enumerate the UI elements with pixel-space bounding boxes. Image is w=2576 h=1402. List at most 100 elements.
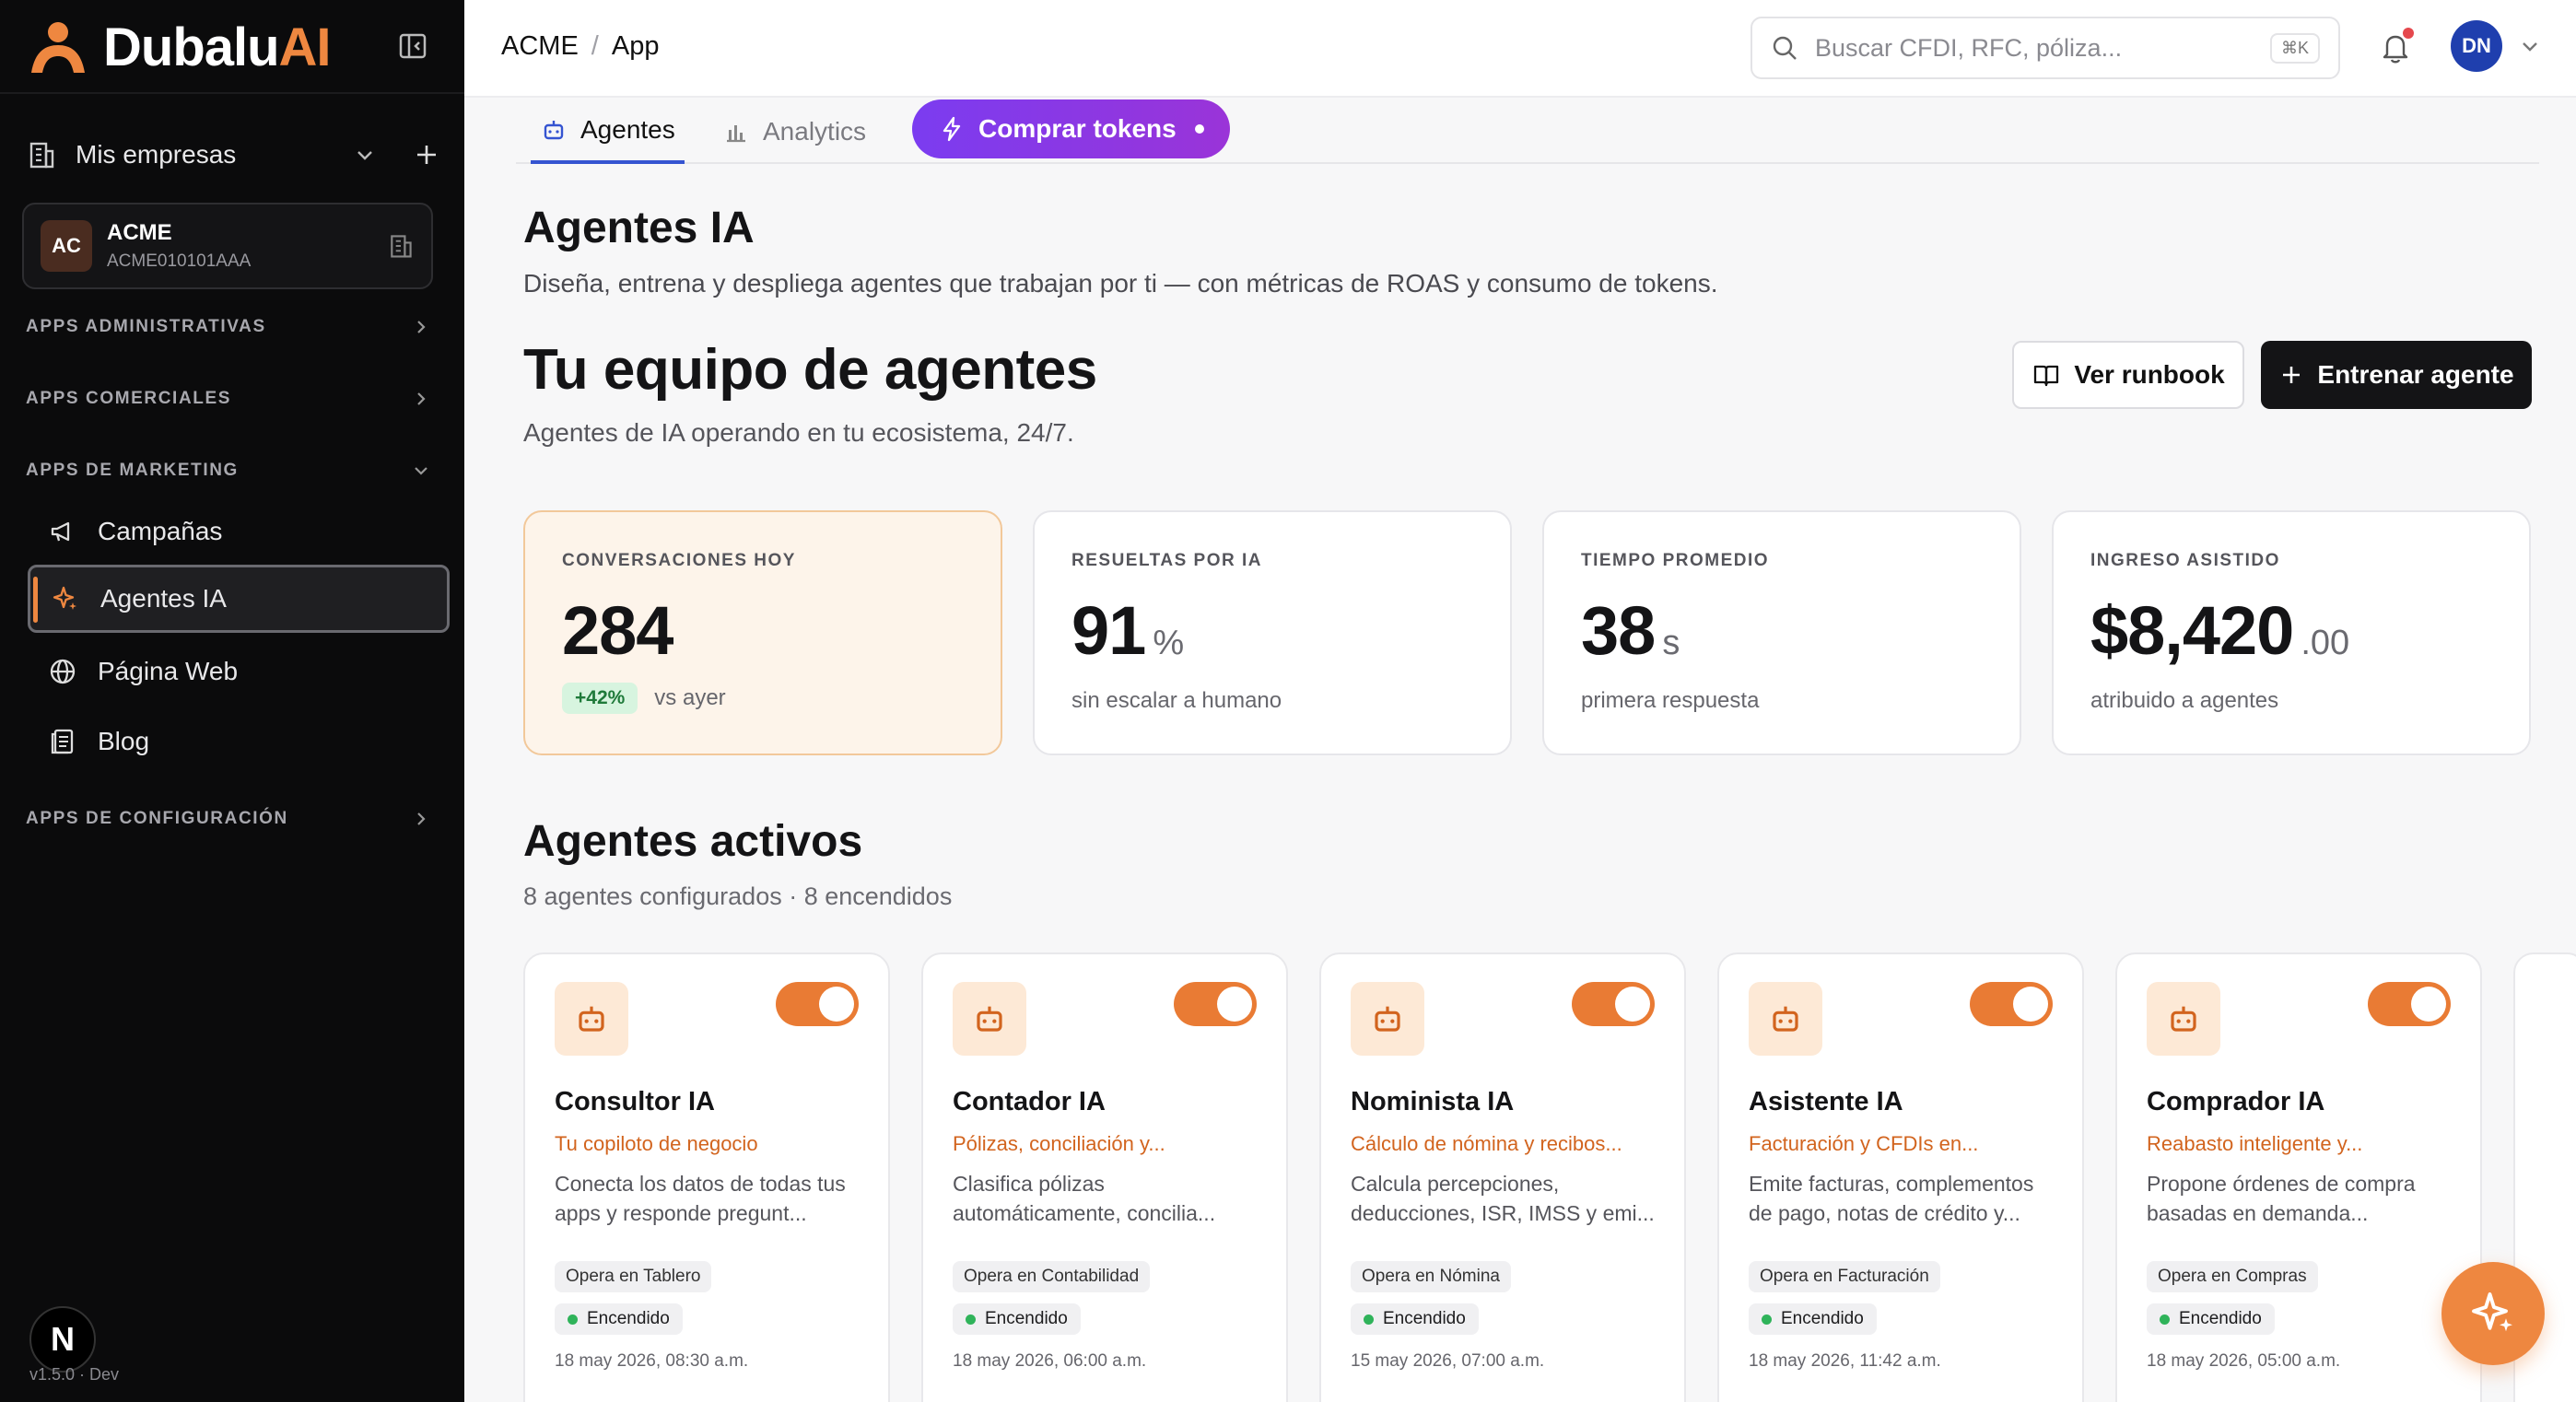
stat-label: RESUELTAS POR IA <box>1071 551 1262 570</box>
view-runbook-button[interactable]: Ver runbook <box>2012 341 2244 409</box>
chevron-down-icon[interactable] <box>354 144 376 166</box>
agent-toggle[interactable] <box>2368 982 2451 1026</box>
stat-footer: +42% vs ayer <box>562 683 1001 714</box>
buy-tokens-dot <box>1194 124 1204 134</box>
stat-footer: atribuido a agentes <box>2090 688 2279 713</box>
active-agents-subtitle: 8 agentes configurados · 8 encendidos <box>523 882 953 910</box>
top-bar: ACME / App ⌘K DN <box>464 0 2576 98</box>
section-apps-marketing[interactable]: APPS DE MARKETING <box>26 461 431 481</box>
user-avatar[interactable]: DN <box>2451 20 2502 72</box>
agent-scope-badge: Opera en Nómina <box>1351 1261 1511 1292</box>
document-icon <box>46 725 79 758</box>
agent-status-badge: Encendido <box>1351 1303 1479 1335</box>
active-agents-title: Agentes activos <box>523 817 863 866</box>
status-dot <box>1364 1314 1374 1325</box>
stat-number: 38 <box>1581 592 1656 669</box>
stat-value: 284 <box>562 591 1001 670</box>
agent-status-badge: Encendido <box>1749 1303 1877 1335</box>
notification-dot <box>2403 28 2414 39</box>
robot-icon <box>1351 982 1424 1056</box>
agent-tagline: Pólizas, conciliación y... <box>953 1132 1165 1155</box>
robot-icon <box>1749 982 1822 1056</box>
stat-unit: s <box>1662 624 1680 662</box>
status-label: Encendido <box>1781 1309 1864 1328</box>
team-title: Tu equipo de agentes <box>523 338 1097 402</box>
companies-label: Mis empresas <box>76 140 237 169</box>
bar-chart-icon <box>727 125 745 143</box>
sidebar: DubaluAI Mis empresas AC ACME ACME010101… <box>0 0 464 1402</box>
status-label: Encendido <box>1383 1309 1466 1328</box>
agent-updated-at: 15 may 2026, 07:00 a.m. <box>1351 1351 1545 1371</box>
breadcrumb: ACME / App <box>501 31 659 62</box>
breadcrumb-company[interactable]: ACME <box>501 31 579 62</box>
agent-scope-badge: Opera en Facturación <box>1749 1261 1940 1292</box>
agent-toggle[interactable] <box>1970 982 2053 1026</box>
robot-icon <box>2147 982 2220 1056</box>
agent-updated-at: 18 may 2026, 05:00 a.m. <box>2147 1351 2341 1371</box>
agent-status-badge: Encendido <box>2147 1303 2275 1335</box>
section-label: APPS DE CONFIGURACIÓN <box>26 809 288 828</box>
agent-tagline: Tu copiloto de negocio <box>555 1132 758 1155</box>
sparkle-icon <box>2472 1292 2512 1332</box>
section-apps-commercial[interactable]: APPS COMERCIALES <box>26 389 431 409</box>
agent-name: Consultor IA <box>555 1087 715 1116</box>
tab-analytics[interactable]: Analytics <box>722 99 866 164</box>
sidebar-item-campaigns[interactable]: Campañas <box>28 497 450 566</box>
breadcrumb-app[interactable]: App <box>612 31 660 62</box>
stat-number: 91 <box>1071 592 1146 669</box>
stat-change-badge: +42% <box>562 683 638 714</box>
add-company-icon[interactable] <box>413 141 440 169</box>
global-search[interactable]: ⌘K <box>1751 17 2340 79</box>
companies-selector[interactable]: Mis empresas <box>26 133 440 177</box>
agent-name: Comprador IA <box>2147 1087 2325 1116</box>
agent-card-consultor[interactable]: Consultor IA Tu copiloto de negocio Cone… <box>523 952 890 1402</box>
page-title: Agentes IA <box>523 204 755 252</box>
company-info: ACME ACME010101AAA <box>107 220 387 272</box>
status-label: Encendido <box>985 1309 1068 1328</box>
nextjs-dev-badge[interactable]: N <box>29 1306 96 1373</box>
search-input[interactable] <box>1815 33 2270 63</box>
status-label: Encendido <box>2179 1309 2262 1328</box>
robot-icon <box>953 982 1026 1056</box>
agent-toggle[interactable] <box>776 982 859 1026</box>
plus-icon <box>2283 367 2301 383</box>
agent-name: Nominista IA <box>1351 1087 1515 1116</box>
agent-card-asistente[interactable]: Asistente IA Facturación y CFDIs en... E… <box>1717 952 2084 1402</box>
tab-agents[interactable]: Agentes <box>531 99 685 164</box>
ai-assistant-fab[interactable] <box>2441 1262 2545 1365</box>
collapse-sidebar-button[interactable] <box>394 28 431 64</box>
agent-card-comprador[interactable]: Comprador IA Reabasto inteligente y... P… <box>2115 952 2482 1402</box>
section-apps-config[interactable]: APPS DE CONFIGURACIÓN <box>26 809 431 829</box>
agent-toggle[interactable] <box>1572 982 1655 1026</box>
section-label: APPS ADMINISTRATIVAS <box>26 317 266 336</box>
section-label: APPS COMERCIALES <box>26 389 232 408</box>
agent-card-contador[interactable]: Contador IA Pólizas, conciliación y... C… <box>921 952 1288 1402</box>
agent-card-nominista[interactable]: Nominista IA Cálculo de nómina y recibos… <box>1319 952 1686 1402</box>
globe-icon <box>46 655 79 688</box>
megaphone-icon <box>46 515 79 548</box>
breadcrumb-separator: / <box>591 31 599 61</box>
sidebar-item-ai-agents[interactable]: Agentes IA <box>28 565 450 633</box>
brand-logo[interactable]: DubaluAI <box>26 17 332 78</box>
train-agent-button[interactable]: Entrenar agente <box>2261 341 2532 409</box>
lightning-icon <box>943 116 961 142</box>
stat-number: 284 <box>562 592 673 669</box>
current-company-card[interactable]: AC ACME ACME010101AAA <box>22 203 433 289</box>
agent-toggle[interactable] <box>1174 982 1257 1026</box>
agent-name: Asistente IA <box>1749 1087 1903 1116</box>
sidebar-item-label: Agentes IA <box>100 584 227 613</box>
chevron-right-icon <box>417 812 426 825</box>
company-rfc: ACME010101AAA <box>107 251 252 271</box>
buy-tokens-button[interactable]: Comprar tokens <box>912 99 1230 158</box>
section-apps-admin[interactable]: APPS ADMINISTRATIVAS <box>26 317 431 337</box>
stat-unit: .00 <box>2301 624 2350 662</box>
sidebar-item-website[interactable]: Página Web <box>28 637 450 706</box>
agent-description: Clasifica pólizas automáticamente, conci… <box>953 1172 1216 1225</box>
chevron-down-icon <box>415 467 427 475</box>
page-description: Diseña, entrena y despliega agentes que … <box>523 269 1718 298</box>
status-label: Encendido <box>587 1309 670 1328</box>
search-icon <box>1773 36 1797 60</box>
tab-label: Analytics <box>763 117 867 146</box>
chevron-down-icon[interactable] <box>2517 33 2543 59</box>
sidebar-item-blog[interactable]: Blog <box>28 707 450 776</box>
